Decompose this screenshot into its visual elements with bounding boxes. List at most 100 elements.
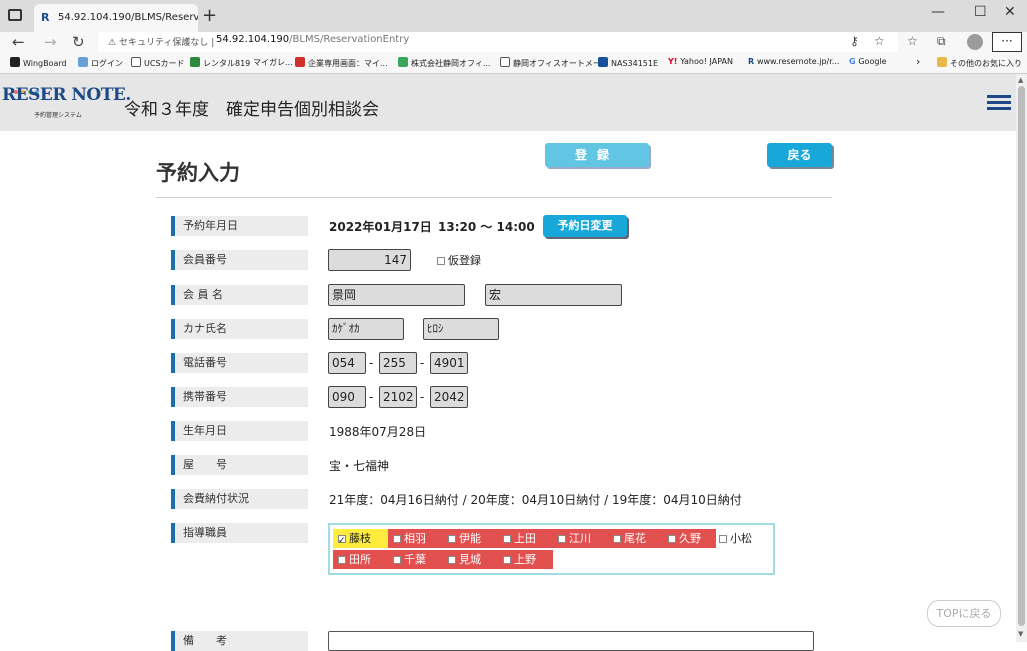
back-arrow-icon[interactable]: ← bbox=[12, 33, 25, 51]
kana-name-label: カナ氏名 bbox=[171, 319, 308, 339]
staff-checkbox[interactable] bbox=[393, 556, 401, 564]
favorites-icon[interactable]: ☆ bbox=[907, 34, 918, 48]
browser-menu-icon[interactable]: ··· bbox=[992, 32, 1022, 52]
close-window-icon[interactable]: ✕ bbox=[1004, 4, 1016, 20]
bookmark-item[interactable]: 静岡オフィスオートメー... bbox=[500, 57, 608, 69]
remarks-field[interactable] bbox=[328, 631, 814, 651]
staff-option[interactable]: 尾花 bbox=[608, 529, 663, 548]
birthday-label: 生年月日 bbox=[171, 421, 308, 441]
phone-separator: - bbox=[369, 356, 374, 370]
staff-option[interactable]: 小松 bbox=[714, 529, 769, 548]
tab-title: 54.92.104.190/BLMS/Reservation bbox=[58, 12, 198, 23]
forward-arrow-icon[interactable]: → bbox=[44, 33, 57, 51]
browser-tab-strip: R 54.92.104.190/BLMS/Reservation ✕ + — ☐… bbox=[0, 0, 1027, 32]
staff-option[interactable]: 相羽 bbox=[388, 529, 443, 548]
provisional-checkbox-box[interactable] bbox=[437, 257, 445, 265]
collections-icon[interactable]: ⧉ bbox=[937, 34, 946, 49]
last-name-field[interactable]: 景岡 bbox=[328, 284, 465, 306]
staff-option[interactable]: 田所 bbox=[333, 550, 388, 569]
scroll-thumb[interactable] bbox=[1018, 86, 1025, 626]
hamburger-menu-icon[interactable] bbox=[987, 95, 1011, 110]
favorite-star-icon[interactable]: ☆ bbox=[874, 34, 885, 48]
browser-tab[interactable]: R 54.92.104.190/BLMS/Reservation ✕ bbox=[34, 4, 198, 32]
mobile-label: 携帯番号 bbox=[171, 387, 308, 407]
site-header: RESER NOTE. 予約管理システム 令和３年度 確定申告個別相談会 bbox=[0, 74, 1016, 131]
phone-label: 電話番号 bbox=[171, 353, 308, 373]
bookmarks-overflow-icon[interactable]: › bbox=[916, 55, 920, 68]
staff-option[interactable]: 上野 bbox=[498, 550, 553, 569]
tab-actions-icon[interactable] bbox=[8, 9, 22, 21]
phone-part-3[interactable]: 4901 bbox=[430, 352, 468, 374]
mobile-part-1[interactable]: 090 bbox=[328, 386, 366, 408]
staff-checkbox[interactable] bbox=[338, 532, 346, 551]
staff-checkbox[interactable] bbox=[719, 535, 727, 543]
staff-option[interactable]: 見城 bbox=[443, 550, 498, 569]
date-label: 予約年月日 bbox=[171, 216, 308, 236]
bookmark-item[interactable]: WingBoard bbox=[10, 57, 67, 68]
provisional-checkbox[interactable]: 仮登録 bbox=[437, 252, 481, 268]
scroll-down-icon[interactable]: ▼ bbox=[1018, 630, 1023, 638]
staff-checkbox[interactable] bbox=[338, 556, 346, 564]
staff-option[interactable]: 千葉 bbox=[388, 550, 443, 569]
kana-last-field[interactable]: ｶｹﾞｵｶ bbox=[328, 318, 404, 340]
staff-checkbox[interactable] bbox=[613, 535, 621, 543]
staff-option[interactable]: 久野 bbox=[663, 529, 716, 548]
url-text: 54.92.104.190/BLMS/ReservationEntry bbox=[216, 34, 410, 45]
url-field[interactable]: ⚠ セキュリティ保護なし | 54.92.104.190/BLMS/Reserv… bbox=[98, 32, 898, 52]
mobile-part-2[interactable]: 2102 bbox=[379, 386, 417, 408]
staff-selector: 藤枝 相羽 伊能 上田 江川 尾花 久野 小松 田所 千葉 見城 上野 bbox=[328, 523, 775, 575]
bookmark-item[interactable]: マイガレ... bbox=[253, 57, 293, 68]
scroll-up-icon[interactable]: ▲ bbox=[1018, 76, 1023, 84]
phone-part-1[interactable]: 054 bbox=[328, 352, 366, 374]
key-icon[interactable]: ⚷ bbox=[850, 34, 859, 48]
member-no-field[interactable]: 147 bbox=[328, 249, 411, 271]
staff-checkbox[interactable] bbox=[503, 535, 511, 543]
reload-icon[interactable]: ↻ bbox=[72, 33, 85, 51]
back-to-top-button[interactable]: TOPに戻る bbox=[927, 600, 1001, 627]
page-title: 予約入力 bbox=[156, 161, 240, 185]
bookmark-item[interactable]: 企業専用画面：マイ... bbox=[295, 57, 388, 69]
phone-part-2[interactable]: 255 bbox=[379, 352, 417, 374]
bookmark-item[interactable]: レンタル819 bbox=[190, 57, 250, 69]
staff-checkbox[interactable] bbox=[558, 535, 566, 543]
kana-first-field[interactable]: ﾋﾛｼ bbox=[423, 318, 499, 340]
register-button[interactable]: 登録 bbox=[545, 143, 649, 167]
staff-checkbox[interactable] bbox=[503, 556, 511, 564]
staff-option[interactable]: 伊能 bbox=[443, 529, 498, 548]
bookmark-item[interactable]: G Google bbox=[849, 57, 887, 66]
mobile-separator: - bbox=[369, 390, 374, 404]
staff-checkbox[interactable] bbox=[448, 556, 456, 564]
bookmark-item[interactable]: NAS34151E bbox=[598, 57, 658, 68]
staff-option[interactable]: 上田 bbox=[498, 529, 553, 548]
reservation-time: 13:20 〜 14:00 bbox=[438, 220, 535, 234]
staff-checkbox[interactable] bbox=[668, 535, 676, 543]
title-divider bbox=[156, 197, 832, 198]
minimize-icon[interactable]: — bbox=[931, 4, 945, 20]
staff-checkbox[interactable] bbox=[448, 535, 456, 543]
profile-avatar[interactable] bbox=[967, 34, 983, 50]
trade-name-label: 屋 号 bbox=[171, 455, 308, 475]
bookmark-item[interactable]: UCSカード bbox=[131, 57, 185, 69]
bookmarks-bar: WingBoard ログイン UCSカード レンタル819 マイガレ... 企業… bbox=[0, 52, 1027, 74]
staff-label: 指導職員 bbox=[171, 523, 308, 543]
remarks-label: 備 考 bbox=[171, 631, 308, 651]
bookmark-item[interactable]: R www.resernote.jp/r... bbox=[748, 57, 839, 66]
logo[interactable]: RESER NOTE. bbox=[2, 85, 131, 105]
mobile-part-3[interactable]: 2042 bbox=[430, 386, 468, 408]
staff-option[interactable]: 江川 bbox=[553, 529, 608, 548]
bookmark-item[interactable]: Y! Yahoo! JAPAN bbox=[668, 57, 733, 66]
bookmark-item[interactable]: ログイン bbox=[78, 57, 123, 69]
security-warning[interactable]: ⚠ セキュリティ保護なし | bbox=[108, 35, 214, 48]
new-tab-icon[interactable]: + bbox=[202, 5, 217, 26]
maximize-icon[interactable]: ☐ bbox=[974, 4, 987, 20]
first-name-field[interactable]: 宏 bbox=[485, 284, 622, 306]
trade-name-value: 宝・七福神 bbox=[329, 459, 390, 473]
phone-separator: - bbox=[420, 356, 425, 370]
back-button[interactable]: 戻る bbox=[767, 143, 832, 167]
page-scrollbar[interactable]: ▲ ▼ bbox=[1016, 74, 1027, 642]
other-favorites-folder[interactable]: その他のお気に入り bbox=[937, 57, 1022, 69]
change-date-button[interactable]: 予約日変更 bbox=[543, 215, 627, 237]
staff-option[interactable]: 藤枝 bbox=[333, 529, 388, 551]
bookmark-item[interactable]: 株式会社静岡オフィ... bbox=[398, 57, 490, 69]
staff-checkbox[interactable] bbox=[393, 535, 401, 543]
